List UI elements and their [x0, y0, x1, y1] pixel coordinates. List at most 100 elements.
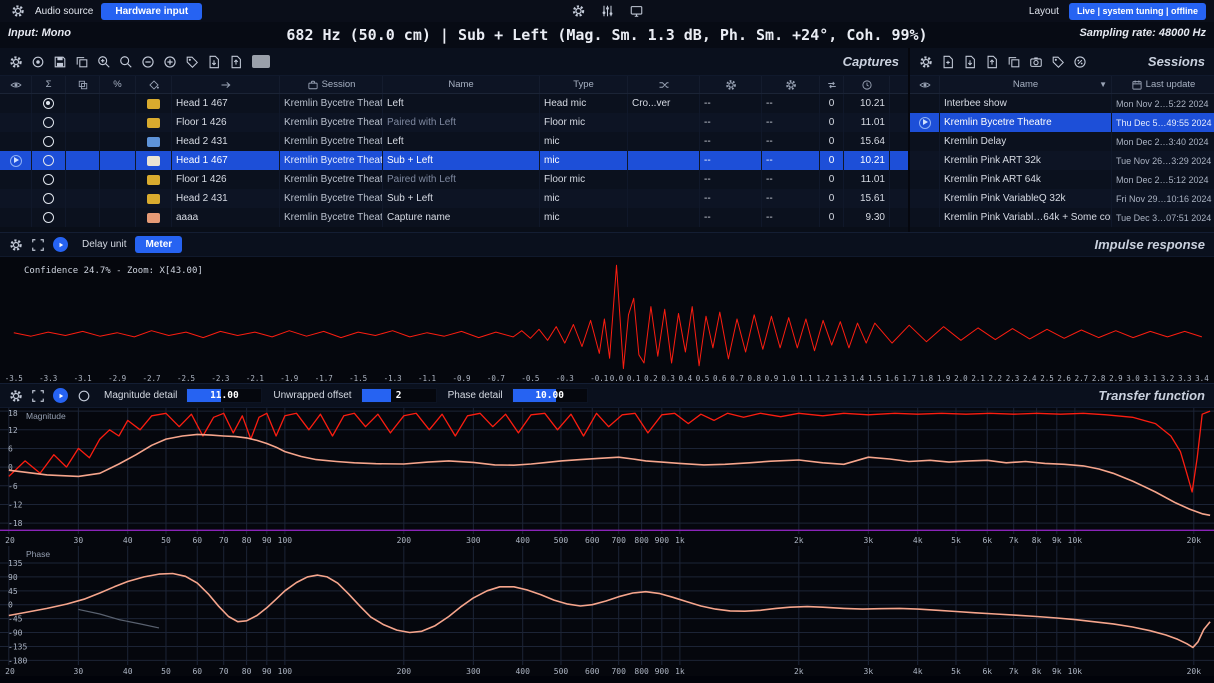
captures-header-color[interactable]	[136, 76, 172, 93]
sessions-header-name[interactable]: Name▼	[940, 76, 1112, 93]
session-visibility-cell[interactable]	[910, 151, 940, 170]
capture-reference-cell[interactable]	[32, 151, 66, 170]
captures-header-sum[interactable]: Σ	[32, 76, 66, 93]
display-icon[interactable]	[627, 2, 646, 20]
unwrapped-offset-input[interactable]: 2	[361, 388, 437, 403]
save-icon[interactable]	[50, 53, 69, 71]
reference-radio[interactable]	[43, 174, 54, 185]
gear-icon[interactable]	[6, 387, 25, 405]
capture-reference-cell[interactable]	[32, 132, 66, 151]
session-row[interactable]: Kremlin DelayMon Dec 2…3:40 2024	[910, 132, 1214, 151]
capture-visibility-cell[interactable]	[0, 113, 32, 132]
capture-visibility-cell[interactable]	[0, 151, 32, 170]
plus-circle-icon[interactable]	[160, 53, 179, 71]
capture-visibility-cell[interactable]	[0, 189, 32, 208]
circle-icon[interactable]	[74, 387, 93, 405]
capture-row[interactable]: Head 2 431Kremlin Bycetre TheatreLeftmic…	[0, 132, 908, 151]
capture-color-swatch[interactable]	[147, 156, 160, 166]
session-visibility-cell[interactable]	[910, 189, 940, 208]
expand-icon[interactable]	[28, 387, 47, 405]
phase-detail-input[interactable]: 10.00	[512, 388, 588, 403]
captures-header-visibility[interactable]	[0, 76, 32, 93]
captures-header-filter1[interactable]	[700, 76, 762, 93]
capture-color-swatch[interactable]	[147, 175, 160, 185]
captures-header-type[interactable]: Type	[540, 76, 628, 93]
session-row[interactable]: Kremlin Pink ART 32kTue Nov 26…3:29 2024	[910, 151, 1214, 170]
session-row[interactable]: Kremlin Pink VariableQ 32kFri Nov 29…10:…	[910, 189, 1214, 208]
capture-reference-cell[interactable]	[32, 113, 66, 132]
auto-delay-icon[interactable]	[53, 237, 68, 252]
mode-button[interactable]: Live | system tuning | offline	[1069, 3, 1206, 20]
doc-new-icon[interactable]	[938, 53, 957, 71]
capture-row[interactable]: Floor 1 426Kremlin Bycetre TheatrePaired…	[0, 113, 908, 132]
capture-color-swatch[interactable]	[147, 99, 160, 109]
capture-reference-cell[interactable]	[32, 208, 66, 227]
capture-row[interactable]: Head 2 431Kremlin Bycetre TheatreSub + L…	[0, 189, 908, 208]
capture-reference-cell[interactable]	[32, 189, 66, 208]
expand-icon[interactable]	[28, 236, 47, 254]
captures-header-group[interactable]	[66, 76, 100, 93]
search-icon[interactable]	[116, 53, 135, 71]
copy-icon[interactable]	[72, 53, 91, 71]
magnitude-detail-input[interactable]: 11.00	[186, 388, 262, 403]
gear-icon[interactable]	[6, 236, 25, 254]
captures-header-capture[interactable]	[172, 76, 280, 93]
capture-visibility-cell[interactable]	[0, 208, 32, 227]
captures-header-percent[interactable]: %	[100, 76, 136, 93]
percent-circle-icon[interactable]	[1070, 53, 1089, 71]
captures-header-time[interactable]	[844, 76, 890, 93]
session-row[interactable]: Kremlin Bycetre TheatreThu Dec 5…49:55 2…	[910, 113, 1214, 132]
magnitude-chart[interactable]: 181260-6-12-1820304050607080901002003004…	[0, 408, 1214, 546]
session-visibility-cell[interactable]	[910, 208, 940, 227]
captures-header-delay[interactable]	[820, 76, 844, 93]
active-indicator-icon[interactable]	[10, 155, 22, 167]
target-icon[interactable]	[28, 53, 47, 71]
session-visibility-cell[interactable]	[910, 132, 940, 151]
reference-radio[interactable]	[43, 117, 54, 128]
doc-export-icon[interactable]	[982, 53, 1001, 71]
gear-icon[interactable]	[8, 2, 27, 20]
capture-color-cell[interactable]	[136, 94, 172, 113]
meter-button[interactable]: Meter	[135, 236, 182, 253]
session-row[interactable]: Interbee showMon Nov 2…5:22 2024	[910, 94, 1214, 113]
hardware-input-button[interactable]: Hardware input	[101, 3, 202, 20]
capture-reference-cell[interactable]	[32, 170, 66, 189]
capture-visibility-cell[interactable]	[0, 170, 32, 189]
capture-color-cell[interactable]	[136, 189, 172, 208]
capture-row[interactable]: Head 1 467Kremlin Bycetre TheatreLeftHea…	[0, 94, 908, 113]
gear-icon[interactable]	[916, 53, 935, 71]
capture-color-cell[interactable]	[136, 132, 172, 151]
capture-color-swatch[interactable]	[147, 194, 160, 204]
captures-header-crossover[interactable]	[628, 76, 700, 93]
reference-radio[interactable]	[43, 193, 54, 204]
gear-icon[interactable]	[6, 53, 25, 71]
captures-header-filter2[interactable]	[762, 76, 820, 93]
capture-visibility-cell[interactable]	[0, 94, 32, 113]
capture-color-cell[interactable]	[136, 170, 172, 189]
capture-color-cell[interactable]	[136, 151, 172, 170]
sessions-header-visibility[interactable]	[910, 76, 940, 93]
reference-radio[interactable]	[43, 155, 54, 166]
capture-color-swatch[interactable]	[147, 118, 160, 128]
capture-color-cell[interactable]	[136, 113, 172, 132]
gear-icon[interactable]	[569, 2, 588, 20]
capture-visibility-cell[interactable]	[0, 132, 32, 151]
captures-header-name[interactable]: Name	[383, 76, 540, 93]
capture-color-swatch[interactable]	[147, 137, 160, 147]
zoom-in-icon[interactable]	[94, 53, 113, 71]
auto-delay-icon[interactable]	[53, 388, 68, 403]
reference-radio[interactable]	[43, 136, 54, 147]
capture-row[interactable]: aaaaKremlin Bycetre TheatreCapture namem…	[0, 208, 908, 227]
session-visibility-cell[interactable]	[910, 170, 940, 189]
layout-label[interactable]: Layout	[1029, 6, 1059, 17]
session-row[interactable]: Kremlin Pink ART 64kMon Dec 2…5:12 2024	[910, 170, 1214, 189]
reference-radio[interactable]	[43, 98, 54, 109]
phase-chart[interactable]: 13590450-45-90-135-180203040506070809010…	[0, 546, 1214, 677]
default-color-swatch[interactable]	[252, 55, 270, 68]
doc-import-icon[interactable]	[960, 53, 979, 71]
capture-row[interactable]: Head 1 467Kremlin Bycetre TheatreSub + L…	[0, 151, 908, 170]
capture-color-cell[interactable]	[136, 208, 172, 227]
sliders-icon[interactable]	[598, 2, 617, 20]
capture-row[interactable]: Floor 1 426Kremlin Bycetre TheatrePaired…	[0, 170, 908, 189]
sessions-header-last-update[interactable]: Last update	[1112, 76, 1214, 93]
